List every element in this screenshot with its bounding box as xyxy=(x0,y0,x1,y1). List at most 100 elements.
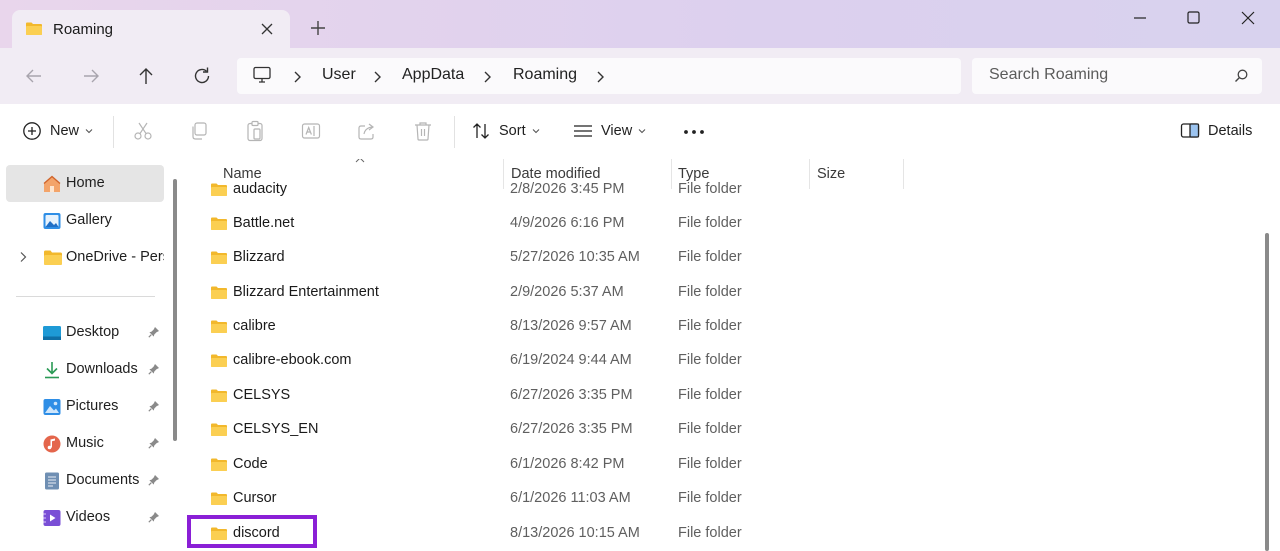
delete-icon[interactable] xyxy=(413,120,433,142)
tab-roaming[interactable]: Roaming xyxy=(12,10,290,48)
search-input[interactable]: Search Roaming xyxy=(972,58,1262,94)
file-row[interactable]: CELSYS 6/27/2026 3:35 PM File folder xyxy=(185,379,1257,413)
divider xyxy=(454,116,455,148)
sort-button[interactable]: Sort xyxy=(471,119,540,143)
sidebar-item-music[interactable]: Music xyxy=(6,425,164,462)
new-label: New xyxy=(50,123,80,139)
desktop-icon xyxy=(42,324,62,342)
file-date: 6/27/2026 3:35 PM xyxy=(510,387,633,403)
file-row[interactable]: calibre-ebook.com 6/19/2024 9:44 AM File… xyxy=(185,344,1257,378)
home-icon xyxy=(42,175,62,193)
new-tab-icon[interactable] xyxy=(308,18,328,38)
pin-icon[interactable] xyxy=(148,400,160,412)
pin-icon[interactable] xyxy=(148,511,160,523)
file-name: calibre-ebook.com xyxy=(233,352,352,368)
minimize-icon[interactable] xyxy=(1117,8,1163,28)
forward-icon[interactable] xyxy=(79,64,103,88)
file-row[interactable]: CELSYS_EN 6/27/2026 3:35 PM File folder xyxy=(185,413,1257,447)
file-date: 8/13/2026 9:57 AM xyxy=(510,318,632,334)
details-button[interactable]: Details xyxy=(1180,119,1252,143)
command-bar: New Sort View Details xyxy=(0,104,1280,160)
view-icon xyxy=(573,121,593,141)
chevron-down-icon xyxy=(638,128,646,134)
folder-icon xyxy=(210,353,228,368)
file-date: 2/8/2026 3:45 PM xyxy=(510,181,625,197)
sidebar-item-videos[interactable]: Videos xyxy=(6,499,164,536)
file-date: 5/27/2026 10:35 AM xyxy=(510,249,640,265)
file-list-scrollbar[interactable] xyxy=(1265,233,1269,551)
documents-icon xyxy=(42,472,62,490)
back-icon[interactable] xyxy=(22,64,46,88)
folder-icon xyxy=(210,422,228,437)
address-bar[interactable]: User AppData Roaming xyxy=(237,58,961,94)
chevron-right-icon xyxy=(594,70,606,84)
folder-icon xyxy=(25,21,43,36)
gallery-icon xyxy=(42,212,62,230)
plus-circle-icon xyxy=(22,121,42,141)
sidebar-item-label: OneDrive - Personal xyxy=(66,249,164,265)
pin-icon[interactable] xyxy=(148,363,160,375)
rename-icon[interactable] xyxy=(301,121,321,141)
file-type: File folder xyxy=(678,525,742,541)
file-type: File folder xyxy=(678,181,742,197)
view-button[interactable]: View xyxy=(573,119,646,143)
file-name: Cursor xyxy=(233,490,277,506)
new-button[interactable]: New xyxy=(22,119,93,143)
file-row[interactable]: Blizzard Entertainment 2/9/2026 5:37 AM … xyxy=(185,276,1257,310)
pin-icon[interactable] xyxy=(148,474,160,486)
file-type: File folder xyxy=(678,490,742,506)
navigation-pane: Home Gallery OneDrive - Personal Desktop xyxy=(0,159,182,551)
sidebar-item-label: Home xyxy=(66,175,105,191)
file-row[interactable]: calibre 8/13/2026 9:57 AM File folder xyxy=(185,310,1257,344)
file-type: File folder xyxy=(678,352,742,368)
copy-icon[interactable] xyxy=(189,121,209,141)
sidebar-item-gallery[interactable]: Gallery xyxy=(6,202,164,239)
refresh-icon[interactable] xyxy=(190,64,214,88)
up-icon[interactable] xyxy=(134,64,158,88)
file-row[interactable]: discord 8/13/2026 10:15 AM File folder xyxy=(185,517,1257,551)
sidebar-item-documents[interactable]: Documents xyxy=(6,462,164,499)
more-options-icon[interactable] xyxy=(683,122,707,142)
sidebar-item-onedrive[interactable]: OneDrive - Personal xyxy=(6,239,164,276)
tab-title: Roaming xyxy=(53,21,114,38)
folder-icon xyxy=(210,285,228,300)
pin-icon[interactable] xyxy=(148,326,160,338)
paste-icon[interactable] xyxy=(245,120,265,142)
file-date: 6/27/2026 3:35 PM xyxy=(510,421,633,437)
this-pc-icon xyxy=(252,66,272,84)
file-row[interactable]: Code 6/1/2026 8:42 PM File folder xyxy=(185,448,1257,482)
file-row[interactable]: Battle.net 4/9/2026 6:16 PM File folder xyxy=(185,207,1257,241)
file-name: Code xyxy=(233,456,268,472)
maximize-icon[interactable] xyxy=(1170,8,1216,28)
sidebar-item-pictures[interactable]: Pictures xyxy=(6,388,164,425)
file-date: 8/13/2026 10:15 AM xyxy=(510,525,640,541)
sidebar-item-home[interactable]: Home xyxy=(6,165,164,202)
chevron-right-icon xyxy=(291,70,303,84)
close-tab-icon[interactable] xyxy=(258,20,276,38)
folder-icon xyxy=(210,250,228,265)
folder-icon xyxy=(210,388,228,403)
sidebar-item-desktop[interactable]: Desktop xyxy=(6,314,164,351)
cut-icon[interactable] xyxy=(133,121,153,141)
file-name: calibre xyxy=(233,318,276,334)
chevron-right-icon[interactable] xyxy=(19,251,27,263)
sidebar-item-downloads[interactable]: Downloads xyxy=(6,351,164,388)
file-date: 6/1/2026 11:03 AM xyxy=(510,490,631,506)
file-row[interactable]: Cursor 6/1/2026 11:03 AM File folder xyxy=(185,482,1257,516)
file-type: File folder xyxy=(678,421,742,437)
sidebar-scrollbar[interactable] xyxy=(173,179,177,441)
file-list: Name Date modified Type Size audacity 2/… xyxy=(185,159,1257,551)
share-icon[interactable] xyxy=(357,121,377,141)
breadcrumb-roaming[interactable]: Roaming xyxy=(513,66,577,84)
sidebar-item-label: Gallery xyxy=(66,212,112,228)
downloads-icon xyxy=(42,361,62,379)
pin-icon[interactable] xyxy=(148,437,160,449)
videos-icon xyxy=(42,509,62,527)
file-row[interactable]: audacity 2/8/2026 3:45 PM File folder xyxy=(185,173,1257,207)
chevron-right-icon xyxy=(481,70,493,84)
close-window-icon[interactable] xyxy=(1225,8,1271,28)
sort-icon xyxy=(471,121,491,141)
breadcrumb-user[interactable]: User xyxy=(322,66,356,84)
file-row[interactable]: Blizzard 5/27/2026 10:35 AM File folder xyxy=(185,241,1257,275)
breadcrumb-appdata[interactable]: AppData xyxy=(402,66,464,84)
